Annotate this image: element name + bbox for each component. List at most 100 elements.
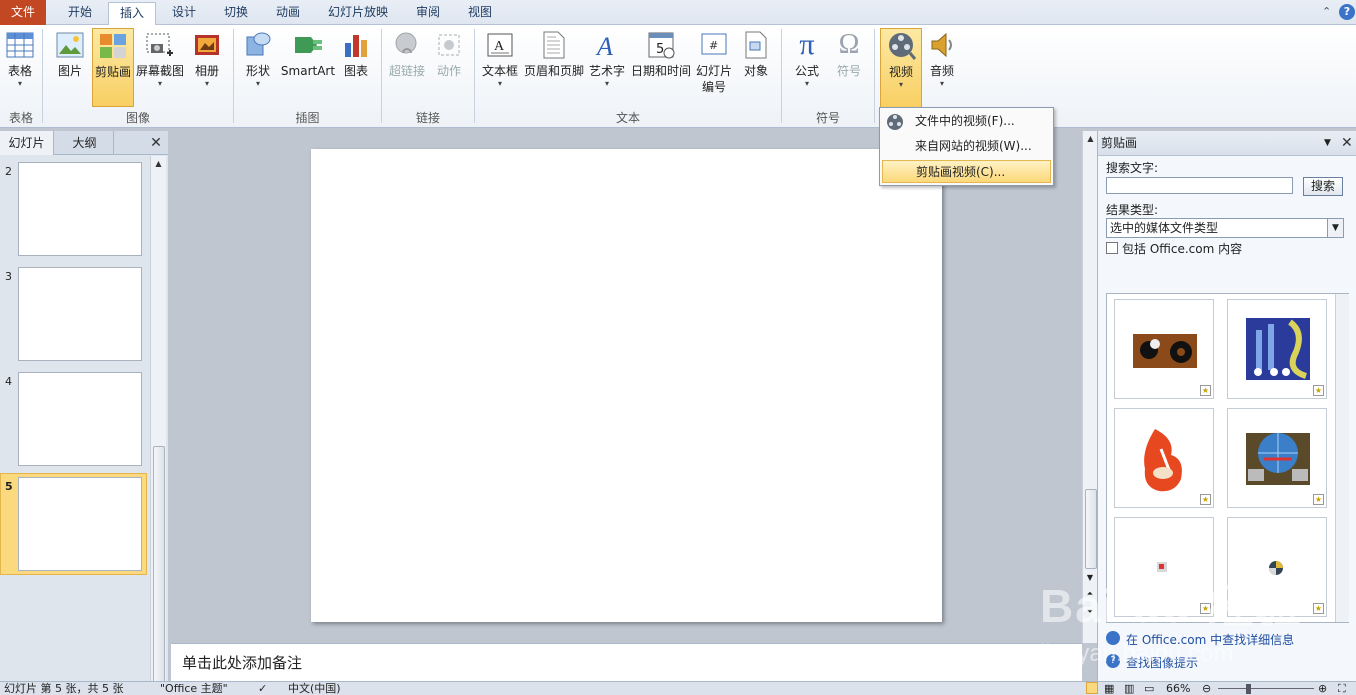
tab-view[interactable]: 视图 bbox=[456, 2, 504, 25]
scrollbar-thumb[interactable] bbox=[1085, 489, 1097, 569]
slide-number: 2 bbox=[5, 165, 12, 178]
pane-options-chevron-icon[interactable]: ▼ bbox=[1324, 131, 1331, 156]
menu-item-clipart-video[interactable]: 剪贴画视频(C)... bbox=[882, 160, 1051, 183]
slide-number-button[interactable]: # 幻灯片 编号 bbox=[694, 28, 734, 108]
table-button[interactable]: 表格 ▾ bbox=[2, 28, 38, 108]
svg-text:A: A bbox=[595, 32, 613, 59]
tab-slides[interactable]: 幻灯片 bbox=[0, 131, 54, 155]
slideshow-view-icon[interactable]: ▭ bbox=[1144, 682, 1154, 695]
include-office-checkbox[interactable] bbox=[1106, 242, 1118, 254]
zoom-in-icon[interactable]: ⊕ bbox=[1318, 682, 1327, 695]
tab-transitions[interactable]: 切换 bbox=[212, 2, 260, 25]
clipart-button[interactable]: 剪贴画 bbox=[92, 28, 134, 107]
slide-thumbnail-4[interactable] bbox=[18, 372, 142, 466]
wordart-icon: A bbox=[592, 30, 622, 60]
slide-thumbnail-2[interactable] bbox=[18, 162, 142, 256]
slide-thumbnail-5[interactable] bbox=[18, 477, 142, 571]
dropdown-arrow-icon[interactable]: ▼ bbox=[1327, 219, 1343, 237]
group-label-text: 文本 bbox=[615, 111, 640, 125]
hyperlink-globe-icon bbox=[392, 30, 422, 60]
result-type-select[interactable]: 选中的媒体文件类型 ▼ bbox=[1106, 218, 1344, 238]
chart-button[interactable]: 图表 bbox=[338, 28, 374, 108]
slide-canvas[interactable] bbox=[311, 149, 942, 622]
slides-panel: 幻灯片 大纲 ✕ 2 3 4 5 ▲ bbox=[0, 131, 168, 686]
theme-status[interactable]: "Office 主题" bbox=[160, 682, 228, 695]
shapes-button[interactable]: 形状 ▾ bbox=[240, 28, 276, 108]
business-people-clipart-icon bbox=[1246, 318, 1310, 380]
clipart-pane-title: 剪贴画 bbox=[1101, 136, 1138, 150]
video-dropdown-menu: 文件中的视频(F)... 来自网站的视频(W)... 剪贴画视频(C)... bbox=[879, 107, 1054, 186]
svg-text:5: 5 bbox=[656, 42, 664, 57]
zoom-slider-thumb[interactable] bbox=[1246, 684, 1251, 694]
action-button[interactable]: 动作 bbox=[430, 28, 468, 108]
tab-slideshow[interactable]: 幻灯片放映 bbox=[318, 2, 398, 25]
symbol-button[interactable]: Ω 符号 bbox=[830, 28, 868, 108]
zoom-level[interactable]: 66% bbox=[1166, 682, 1190, 695]
search-button[interactable]: 搜索 bbox=[1303, 177, 1343, 196]
bar-chart-icon bbox=[341, 30, 371, 60]
search-label: 搜索文字: bbox=[1106, 161, 1159, 175]
hyperlink-button[interactable]: 超链接 bbox=[386, 28, 428, 108]
clipart-results-scrollbar[interactable] bbox=[1335, 294, 1349, 622]
textbox-button[interactable]: A 文本框 ▾ bbox=[480, 28, 520, 108]
flame-hand-clipart-icon bbox=[1144, 429, 1182, 492]
calendar-icon: 5 bbox=[646, 30, 676, 60]
tab-file[interactable]: 文件 bbox=[0, 0, 46, 25]
album-button[interactable]: 相册 ▾ bbox=[188, 28, 226, 108]
tab-animations[interactable]: 动画 bbox=[264, 2, 312, 25]
notes-pane[interactable]: 单击此处添加备注 bbox=[171, 643, 1082, 681]
picture-button[interactable]: 图片 bbox=[52, 28, 88, 108]
slide-number: 3 bbox=[5, 270, 12, 283]
editor-scrollbar[interactable]: ▲ ▼ ⏶ ⏷ bbox=[1082, 131, 1098, 643]
close-icon[interactable]: ✕ bbox=[146, 131, 166, 155]
scroll-up-arrow-icon[interactable]: ▲ bbox=[1083, 134, 1098, 143]
scrollbar-thumb[interactable] bbox=[153, 446, 165, 686]
video-button[interactable]: 视频 ▾ bbox=[880, 28, 922, 108]
ribbon-tab-bar: 文件 开始 插入 设计 切换 动画 幻灯片放映 审阅 视图 ⌃ ? bbox=[0, 0, 1356, 26]
reading-view-icon[interactable]: ▥ bbox=[1124, 682, 1134, 695]
clipart-result-item[interactable]: ★ bbox=[1227, 299, 1327, 399]
slide-sorter-icon[interactable]: ▦ bbox=[1104, 682, 1114, 695]
clipart-result-item[interactable]: ★ bbox=[1114, 299, 1214, 399]
tab-home[interactable]: 开始 bbox=[56, 2, 104, 25]
normal-view-icon[interactable] bbox=[1086, 682, 1098, 694]
tab-review[interactable]: 审阅 bbox=[404, 2, 452, 25]
include-office-label: 包括 Office.com 内容 bbox=[1122, 242, 1243, 256]
zoom-slider[interactable] bbox=[1218, 688, 1314, 689]
smartart-icon bbox=[293, 30, 323, 60]
shapes-icon bbox=[243, 30, 273, 60]
wordart-button[interactable]: A 艺术字 ▾ bbox=[588, 28, 626, 108]
group-label-links: 链接 bbox=[415, 111, 440, 125]
clipart-result-item[interactable]: ★ bbox=[1227, 408, 1327, 508]
audio-button[interactable]: 音频 ▾ bbox=[924, 28, 960, 108]
datetime-button[interactable]: 5 日期和时间 bbox=[630, 28, 692, 108]
tab-outline[interactable]: 大纲 bbox=[56, 131, 114, 155]
group-label-illustrations: 插图 bbox=[295, 111, 320, 125]
header-footer-button[interactable]: 页眉和页脚 bbox=[522, 28, 586, 108]
scroll-up-arrow-icon[interactable]: ▲ bbox=[151, 159, 166, 168]
baidu-watermark: Bai du 经验 bbox=[1040, 580, 1304, 632]
zoom-out-icon[interactable]: ⊖ bbox=[1202, 682, 1211, 695]
minimize-ribbon-icon[interactable]: ⌃ bbox=[1322, 5, 1331, 18]
star-icon: ★ bbox=[1200, 385, 1211, 396]
fit-to-window-icon[interactable]: ⛶ bbox=[1338, 682, 1346, 695]
tab-insert[interactable]: 插入 bbox=[108, 2, 156, 26]
omega-icon: Ω bbox=[838, 29, 860, 60]
screenshot-button[interactable]: 屏幕截图 ▾ bbox=[136, 28, 184, 108]
spell-check-icon[interactable]: ✓ bbox=[258, 682, 267, 695]
close-icon[interactable]: ✕ bbox=[1341, 131, 1353, 156]
tab-design[interactable]: 设计 bbox=[160, 2, 208, 25]
clipart-result-item[interactable]: ★ bbox=[1114, 408, 1214, 508]
object-button[interactable]: 对象 bbox=[738, 28, 774, 108]
photo-album-icon bbox=[192, 30, 222, 60]
menu-item-video-from-website[interactable]: 来自网站的视频(W)... bbox=[882, 135, 1051, 158]
slide-thumbnail-3[interactable] bbox=[18, 267, 142, 361]
smartart-button[interactable]: SmartArt bbox=[280, 28, 336, 108]
svg-text:#: # bbox=[709, 39, 718, 52]
menu-item-video-from-file[interactable]: 文件中的视频(F)... bbox=[882, 110, 1051, 133]
equation-button[interactable]: π 公式 ▾ bbox=[788, 28, 826, 108]
search-input[interactable] bbox=[1106, 177, 1293, 194]
language-status[interactable]: 中文(中国) bbox=[288, 682, 341, 695]
help-icon[interactable]: ? bbox=[1339, 4, 1355, 20]
slides-scrollbar[interactable]: ▲ bbox=[150, 156, 166, 686]
